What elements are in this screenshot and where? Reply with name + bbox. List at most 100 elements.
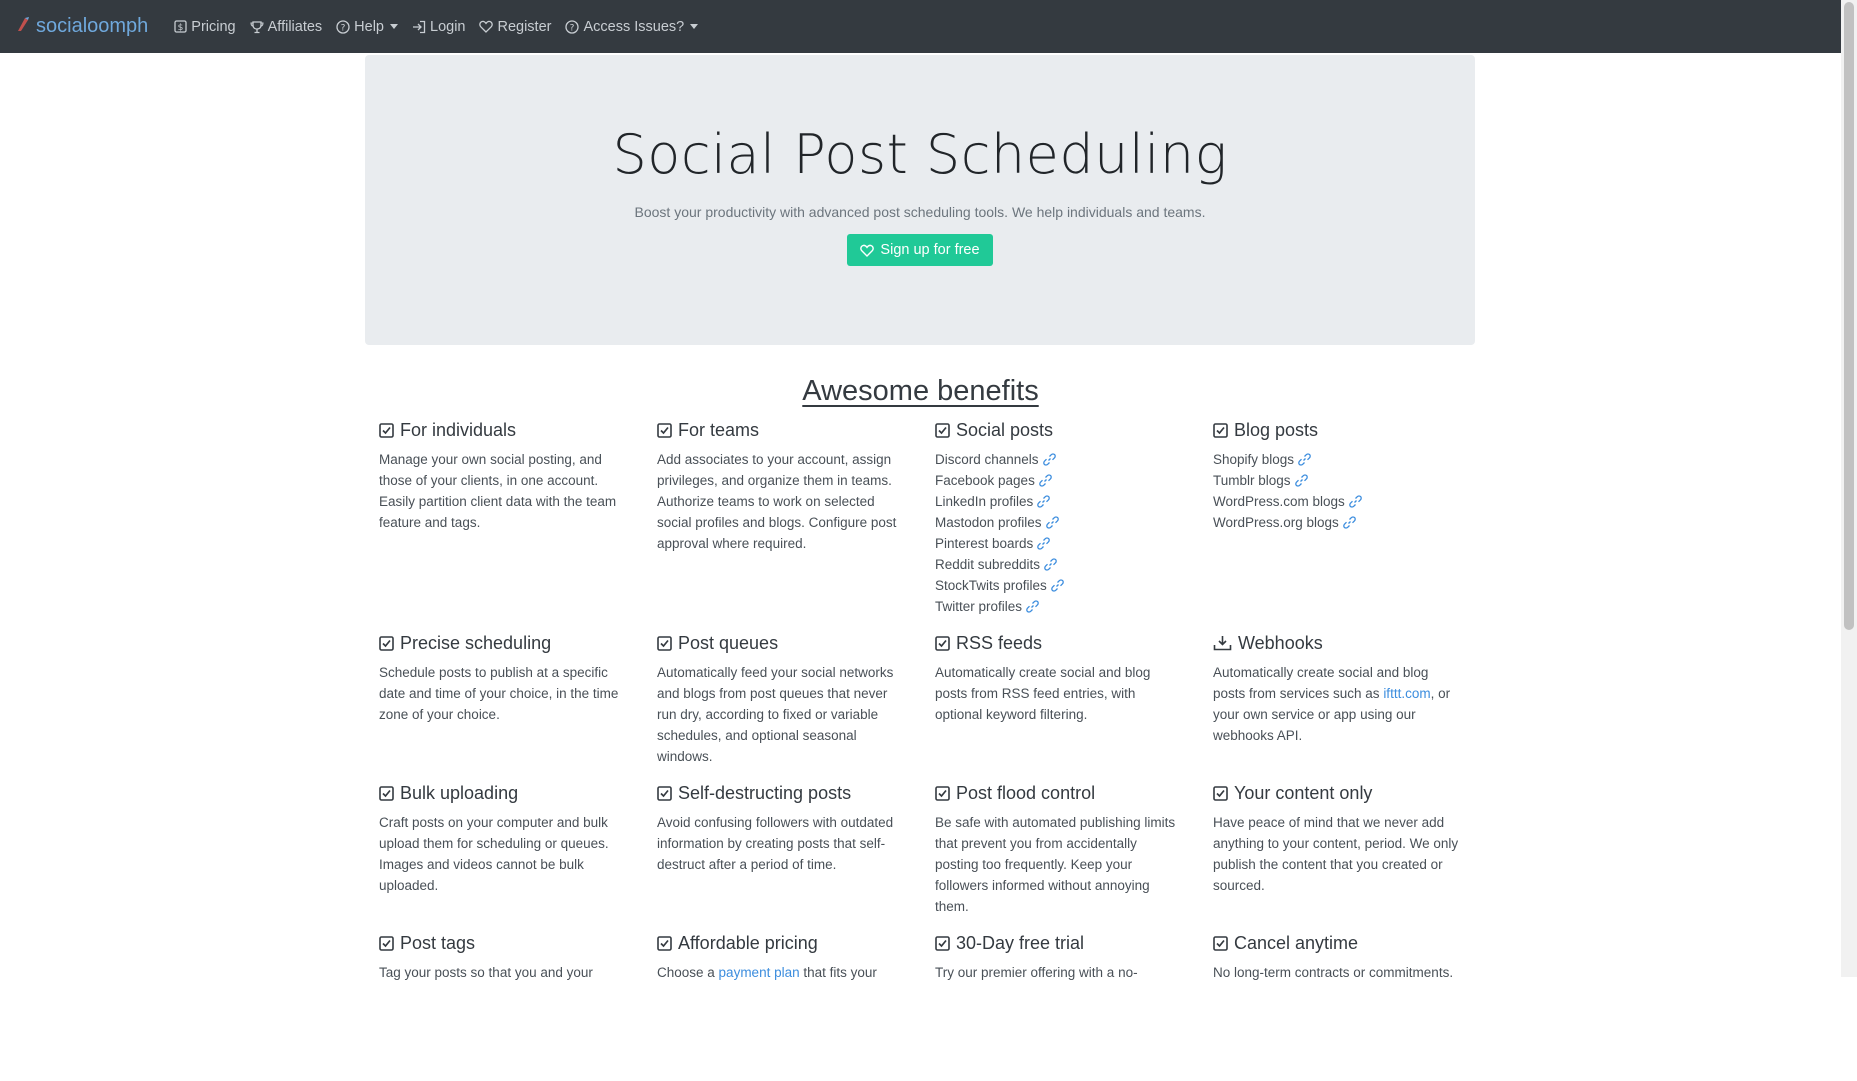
- checkbox-checked-icon: [935, 422, 950, 438]
- feature-title: Post tags: [400, 932, 476, 953]
- link-icon[interactable]: [1037, 495, 1051, 508]
- feature-self-destructing-posts: Self-destructing posts Avoid confusing fo…: [657, 781, 935, 931]
- feature-heading: RSS feeds: [935, 631, 1183, 655]
- feature-heading: Post flood control: [935, 781, 1183, 805]
- checkbox-checked-icon: [657, 635, 672, 651]
- link-icon[interactable]: [1348, 495, 1362, 508]
- feature-description: Schedule posts to publish at a specific …: [379, 665, 619, 722]
- feature-title: Cancel anytime: [1234, 932, 1359, 953]
- feature-title: Post queues: [678, 632, 779, 653]
- feature-heading: Bulk uploading: [379, 781, 627, 805]
- checkbox-checked-icon: [379, 422, 394, 438]
- feature-cancel-anytime: Cancel anytime No long-term contracts or …: [1213, 931, 1491, 1081]
- feature-title: Your content only: [1234, 782, 1373, 803]
- link-icon[interactable]: [1026, 600, 1039, 613]
- page-scrollbar[interactable]: [1841, 0, 1857, 977]
- brand-link[interactable]: socialoomph: [16, 15, 148, 38]
- hero-jumbotron: Social Post Scheduling Boost your produc…: [365, 55, 1475, 345]
- link-icon[interactable]: [1342, 516, 1356, 529]
- feature-heading: For individuals: [379, 418, 627, 442]
- checkbox-checked-icon: [1213, 785, 1228, 801]
- feature-heading: 30-Day free trial: [935, 931, 1183, 955]
- dollar-box-icon: $: [174, 20, 187, 33]
- nav-pricing-label: Pricing: [191, 18, 236, 35]
- feature-list-item[interactable]: WordPress.org blogs: [1213, 512, 1461, 533]
- feature-title: For teams: [678, 419, 760, 440]
- nav-access-issues-dropdown[interactable]: ? Access Issues?: [565, 18, 699, 35]
- feature-list-item[interactable]: Tumblr blogs: [1213, 470, 1461, 491]
- link-icon[interactable]: [1294, 474, 1308, 487]
- checkbox-checked-icon: [935, 635, 950, 651]
- feature-list-item[interactable]: Shopify blogs: [1213, 449, 1461, 470]
- feature-list-item[interactable]: Reddit subreddits: [935, 554, 1183, 575]
- feature-list-item-label: Discord channels: [935, 452, 1039, 467]
- feature-list-item-label: Twitter profiles: [935, 599, 1023, 614]
- inline-link[interactable]: ifttt.com: [1383, 686, 1430, 701]
- chevron-down-icon: [390, 24, 398, 29]
- feature-list-item[interactable]: StockTwits profiles: [935, 575, 1183, 596]
- inline-link[interactable]: payment plan: [719, 965, 800, 980]
- checkbox-checked-icon: [657, 785, 672, 801]
- link-icon[interactable]: [1042, 453, 1056, 466]
- hero-title: Social Post Scheduling: [612, 123, 1228, 186]
- feature-title: Bulk uploading: [400, 782, 519, 803]
- link-icon[interactable]: [1045, 516, 1059, 529]
- nav-access-issues-label: Access Issues?: [583, 18, 685, 35]
- feature-title: RSS feeds: [956, 632, 1043, 653]
- svg-text:?: ?: [570, 23, 575, 33]
- link-icon[interactable]: [1050, 579, 1064, 592]
- feature-list-item[interactable]: Pinterest boards: [935, 533, 1183, 554]
- signup-button[interactable]: Sign up for free: [847, 234, 993, 266]
- heart-icon: [479, 20, 494, 33]
- link-icon[interactable]: [1038, 474, 1052, 487]
- feature-list-item[interactable]: LinkedIn profiles: [935, 491, 1183, 512]
- nav-help-dropdown[interactable]: ? Help: [336, 19, 398, 35]
- feature-list-item[interactable]: Mastodon profiles: [935, 512, 1183, 533]
- feature-title: Webhooks: [1238, 632, 1323, 653]
- feature-list-item[interactable]: Discord channels: [935, 449, 1183, 470]
- link-icon[interactable]: [1044, 558, 1057, 571]
- feature-precise-scheduling: Precise scheduling Schedule posts to publ…: [379, 631, 657, 781]
- feature-list-item-label: LinkedIn profiles: [935, 494, 1034, 509]
- feature-list-item[interactable]: WordPress.com blogs: [1213, 491, 1461, 512]
- feature-description: Craft posts on your computer and bulk up…: [379, 815, 609, 893]
- scrollbar-thumb[interactable]: [1844, 2, 1854, 630]
- feature-description: Automatically feed your social networks …: [657, 665, 894, 764]
- hero-subtitle: Boost your productivity with advanced po…: [634, 204, 1206, 220]
- feature-description: Have peace of mind that we never add any…: [1213, 815, 1459, 893]
- checkbox-checked-icon: [379, 635, 394, 651]
- feature-post-tags: Post tags Tag your posts so that you and …: [379, 931, 657, 1081]
- feature-description: Choose a payment plan that fits your: [657, 962, 905, 983]
- nav-affiliates[interactable]: Affiliates: [250, 19, 322, 35]
- nav-register[interactable]: Register: [479, 19, 551, 35]
- link-icon[interactable]: [1037, 537, 1051, 550]
- nav-login[interactable]: Login: [412, 19, 465, 35]
- feature-list-item-label: Shopify blogs: [1213, 452, 1295, 467]
- feature-list-item[interactable]: Twitter profiles: [935, 596, 1183, 617]
- feature-description: Avoid confusing followers with outdated …: [657, 815, 894, 872]
- download-tray-icon: [1213, 635, 1232, 651]
- feature-list-item-label: Mastodon profiles: [935, 515, 1042, 530]
- feature-list-item[interactable]: Facebook pages: [935, 470, 1183, 491]
- svg-text:?: ?: [341, 23, 346, 33]
- question-circle-icon: ?: [336, 19, 350, 34]
- feature-list-item-label: Reddit subreddits: [935, 557, 1041, 572]
- feature-affordable-pricing: Affordable pricing Choose a payment plan …: [657, 931, 935, 1081]
- feature-webhooks: Webhooks Automatically create social and …: [1213, 631, 1491, 781]
- feature-list-item-label: Tumblr blogs: [1213, 473, 1291, 488]
- svg-text:$: $: [178, 23, 184, 33]
- feature-30-day-free-trial: 30-Day free trial Try our premier offerin…: [935, 931, 1213, 1081]
- link-icon[interactable]: [1298, 453, 1311, 466]
- feature-heading: Your content only: [1213, 781, 1461, 805]
- feature-title: Precise scheduling: [400, 632, 552, 653]
- top-navbar: socialoomph $ Pricing Affiliates ? Help …: [0, 0, 1841, 53]
- feature-heading: Precise scheduling: [379, 631, 627, 655]
- feature-bulk-uploading: Bulk uploading Craft posts on your comput…: [379, 781, 657, 931]
- feature-heading: For teams: [657, 418, 905, 442]
- nav-pricing[interactable]: $ Pricing: [174, 18, 236, 35]
- feature-heading: Affordable pricing: [657, 931, 905, 955]
- feature-heading: Blog posts: [1213, 418, 1461, 442]
- checkbox-checked-icon: [935, 935, 950, 951]
- feature-title: Social posts: [956, 419, 1054, 440]
- checkbox-checked-icon: [657, 422, 672, 438]
